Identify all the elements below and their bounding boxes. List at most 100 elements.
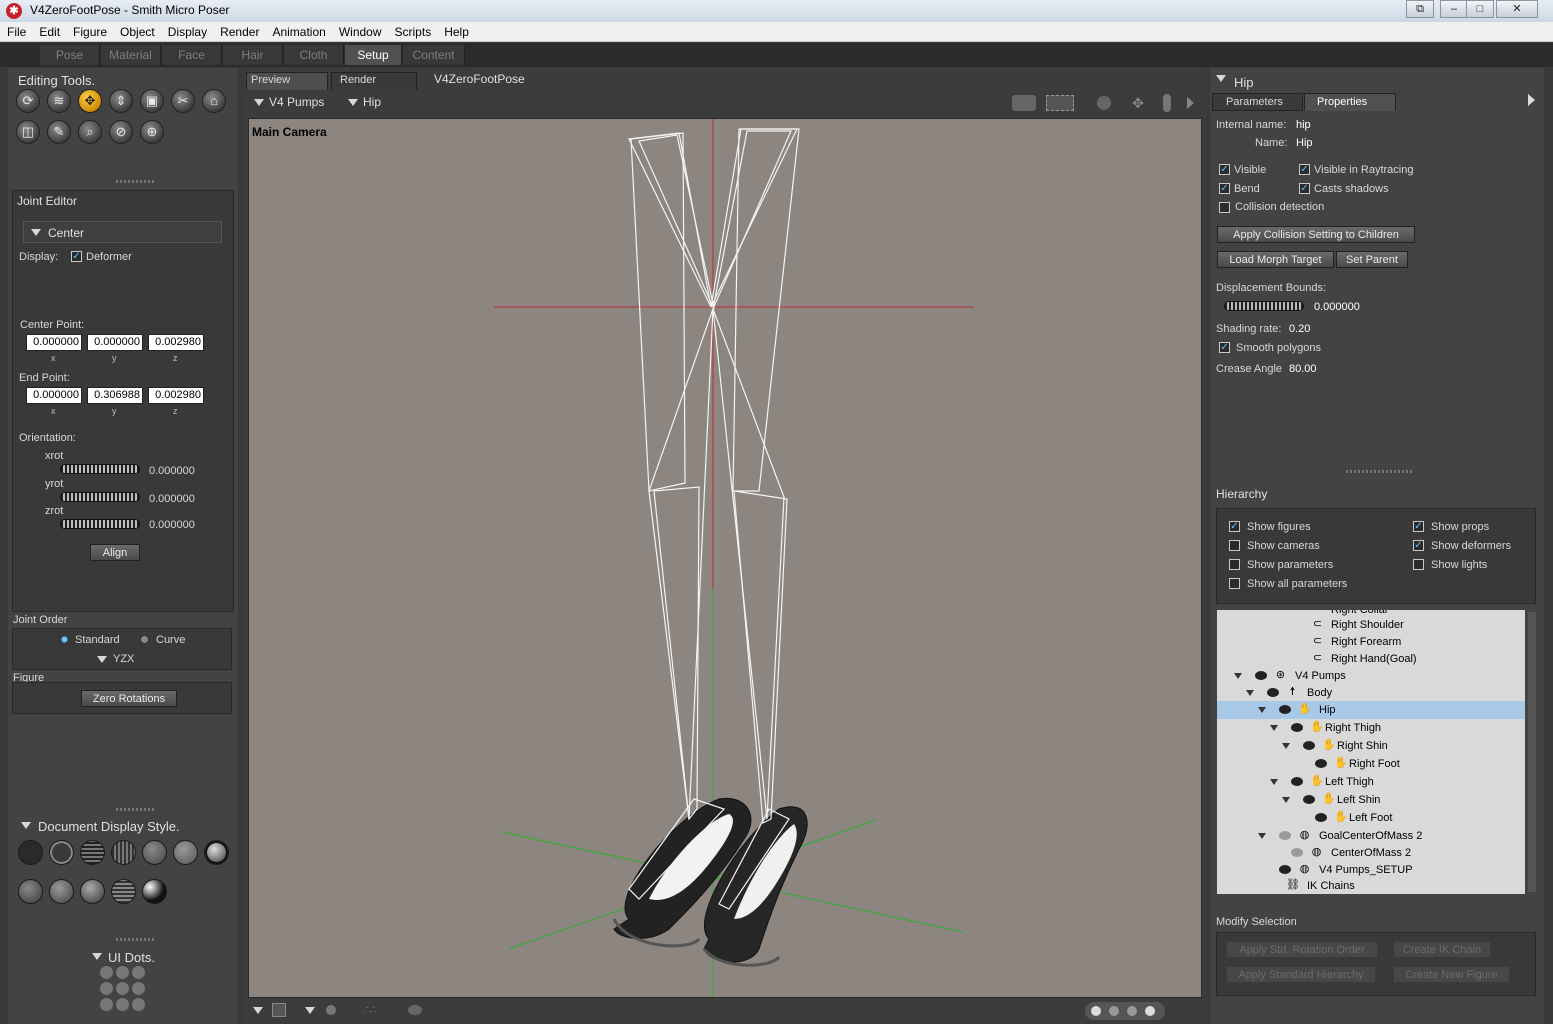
displacement-value[interactable]: 0.000000: [1314, 301, 1360, 313]
hierarchy-row[interactable]: ✋ Right Foot: [1217, 755, 1525, 773]
menu-edit[interactable]: Edit: [32, 22, 66, 39]
menu-window[interactable]: Window: [332, 22, 388, 39]
panel-resize-grip[interactable]: [1346, 470, 1412, 473]
tab-pose[interactable]: Pose: [40, 45, 100, 65]
wireframe-style-icon[interactable]: [80, 840, 105, 865]
menu-file[interactable]: File: [0, 22, 32, 39]
hierarchy-row[interactable]: ⊂ Right Hand(Goal): [1217, 650, 1525, 668]
eye-icon[interactable]: [1315, 759, 1327, 768]
texture-shaded-style-icon[interactable]: [142, 879, 167, 904]
casts-shadows-checkbox[interactable]: ✓: [1299, 183, 1310, 194]
yrot-value[interactable]: 0.000000: [149, 493, 195, 505]
apply-std-rotation-order-button[interactable]: Apply Std. Rotation Order: [1226, 941, 1378, 958]
restore-layout-icon[interactable]: ⧉: [1406, 0, 1434, 18]
hierarchy-row[interactable]: ✋ Right Thigh: [1217, 719, 1525, 737]
hierarchy-row[interactable]: ☨ Body: [1217, 684, 1525, 702]
move-icon[interactable]: ✥: [1124, 96, 1152, 110]
panel-menu-arrow-icon[interactable]: [1528, 94, 1535, 106]
minimize-button[interactable]: –: [1440, 0, 1468, 18]
show-cameras-checkbox[interactable]: [1229, 540, 1240, 551]
joint-order-select[interactable]: YZX: [113, 653, 134, 665]
ground-square-icon[interactable]: [272, 1003, 286, 1017]
show-deformers-checkbox[interactable]: ✓: [1413, 540, 1424, 551]
joint-editor-dropdown[interactable]: Center: [23, 221, 222, 243]
tab-setup[interactable]: Setup: [345, 45, 402, 65]
zero-rotations-button[interactable]: Zero Rotations: [81, 690, 177, 707]
lens-icon[interactable]: [408, 1005, 422, 1015]
expand-triangle-icon[interactable]: [1246, 690, 1254, 696]
panel-resize-grip[interactable]: [116, 938, 156, 941]
menu-animation[interactable]: Animation: [265, 22, 331, 39]
smooth-polygons-checkbox[interactable]: ✓: [1219, 342, 1230, 353]
tab-properties[interactable]: Properties: [1304, 93, 1396, 111]
sphere-icon[interactable]: [1097, 96, 1111, 110]
crease-angle-value[interactable]: 80.00: [1289, 363, 1317, 375]
hierarchy-row[interactable]: ✋ Left Thigh: [1217, 773, 1525, 791]
cartoon-style-icon[interactable]: [18, 879, 43, 904]
shadow-sphere-icon[interactable]: [326, 1005, 336, 1015]
visible-checkbox[interactable]: ✓: [1219, 164, 1230, 175]
menu-render[interactable]: Render: [213, 22, 265, 39]
translate-in-out-icon[interactable]: ⇕: [109, 89, 133, 113]
hierarchy-row[interactable]: ⊛ V4 Pumps: [1217, 667, 1525, 685]
chevron-down-icon[interactable]: [21, 822, 31, 829]
eye-icon[interactable]: [1315, 813, 1327, 822]
hidden-line-style-icon[interactable]: [111, 840, 136, 865]
zrot-value[interactable]: 0.000000: [149, 519, 195, 531]
silhouette-style-icon[interactable]: [18, 840, 43, 865]
set-parent-button[interactable]: Set Parent: [1336, 251, 1408, 268]
expand-triangle-icon[interactable]: [1270, 725, 1278, 731]
tab-face[interactable]: Face: [162, 45, 222, 65]
end-z-field[interactable]: 0.002980: [148, 387, 204, 404]
chevron-down-icon[interactable]: [97, 656, 107, 663]
hierarchy-row[interactable]: ⊂ Right Shoulder: [1217, 616, 1525, 634]
visible-raytracing-checkbox[interactable]: ✓: [1299, 164, 1310, 175]
hierarchy-row[interactable]: ◍ CenterOfMass 2: [1217, 844, 1525, 862]
eye-icon[interactable]: [1279, 865, 1291, 874]
chain-break-icon[interactable]: ⌂: [202, 89, 226, 113]
morphing-tool-icon[interactable]: ⊘: [109, 120, 133, 144]
viewport[interactable]: [248, 118, 1202, 998]
chevron-down-icon[interactable]: [254, 99, 264, 106]
lit-wireframe-style-icon[interactable]: [142, 840, 167, 865]
color-tool-icon[interactable]: ◫: [16, 120, 40, 144]
menu-object[interactable]: Object: [113, 22, 161, 39]
figure-select[interactable]: V4 Pumps: [269, 95, 324, 109]
direct-manipulation-icon[interactable]: ⊕: [140, 120, 164, 144]
menu-display[interactable]: Display: [161, 22, 213, 39]
create-new-figure-button[interactable]: Create New Figure: [1393, 966, 1510, 983]
expand-triangle-icon[interactable]: [1270, 779, 1278, 785]
eye-icon[interactable]: [1279, 831, 1291, 840]
eye-icon[interactable]: [1291, 848, 1303, 857]
chevron-down-icon[interactable]: [1216, 75, 1226, 82]
collision-checkbox[interactable]: [1219, 202, 1230, 213]
deformer-checkbox[interactable]: ✓: [71, 251, 82, 262]
play-arrow-icon[interactable]: [1187, 97, 1194, 109]
show-figures-checkbox[interactable]: ✓: [1229, 521, 1240, 532]
hierarchy-row[interactable]: ⊂ Right Forearm: [1217, 633, 1525, 651]
flat-shaded-style-icon[interactable]: [173, 840, 198, 865]
standard-radio[interactable]: [60, 635, 69, 644]
eye-icon[interactable]: [1279, 705, 1291, 714]
xrot-value[interactable]: 0.000000: [149, 465, 195, 477]
dots-trail-icon[interactable]: ∴∴: [364, 1005, 384, 1016]
load-morph-target-button[interactable]: Load Morph Target: [1217, 251, 1334, 268]
smooth-shaded-style-icon[interactable]: [80, 879, 105, 904]
bend-checkbox[interactable]: ✓: [1219, 183, 1230, 194]
displacement-dial[interactable]: [1224, 301, 1304, 311]
tab-cloth[interactable]: Cloth: [284, 45, 344, 65]
apply-collision-button[interactable]: Apply Collision Setting to Children: [1217, 226, 1415, 243]
shading-rate-value[interactable]: 0.20: [1289, 323, 1310, 335]
flat-lined-style-icon[interactable]: [204, 840, 229, 865]
rotate-tool-icon[interactable]: ⟳: [16, 89, 40, 113]
cartoon-lines-style-icon[interactable]: [49, 879, 74, 904]
maximize-button[interactable]: □: [1466, 0, 1494, 18]
view-magnifier-icon[interactable]: ⌕: [78, 120, 102, 144]
expand-triangle-icon[interactable]: [1258, 833, 1266, 839]
tab-parameters[interactable]: Parameters: [1212, 93, 1303, 111]
panel-resize-grip[interactable]: [116, 180, 156, 183]
hierarchy-scrollbar[interactable]: [1528, 612, 1536, 892]
end-x-field[interactable]: 0.000000: [26, 387, 82, 404]
hierarchy-row[interactable]: ✋ Left Foot: [1217, 809, 1525, 827]
grouping-tool-icon[interactable]: ✎: [47, 120, 71, 144]
